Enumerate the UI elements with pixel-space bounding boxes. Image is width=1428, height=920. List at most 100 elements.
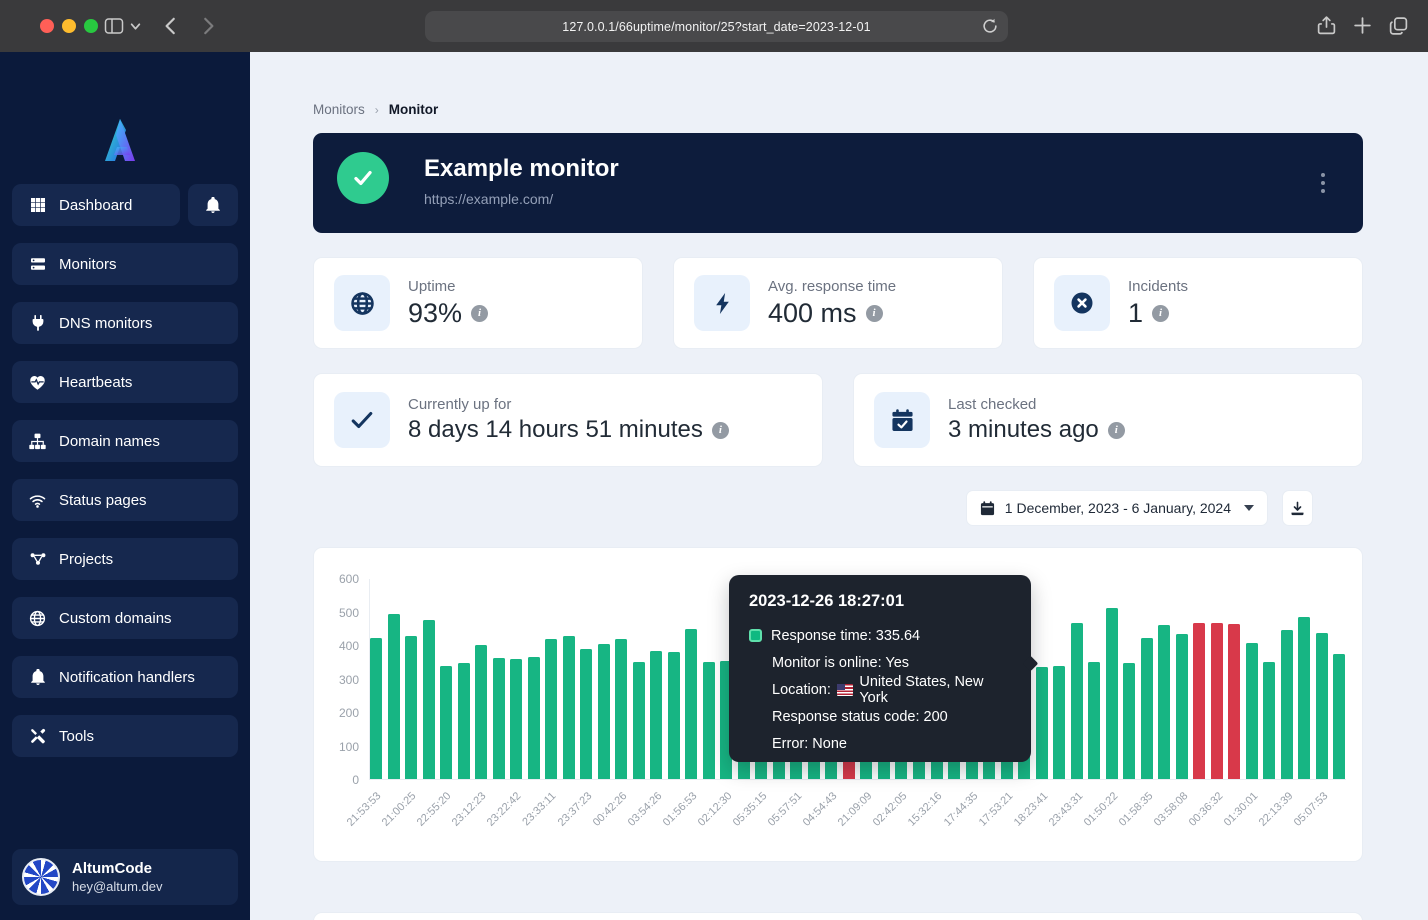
chart-bar[interactable] (598, 644, 610, 779)
chevron-down-icon[interactable] (130, 21, 141, 32)
forward-button[interactable] (197, 15, 219, 37)
sidebar-item-dns-monitors[interactable]: DNS monitors (12, 302, 238, 344)
monitor-url[interactable]: https://example.com/ (424, 191, 553, 207)
chart-bar[interactable] (650, 651, 662, 779)
chart-bar[interactable] (1088, 662, 1100, 779)
breadcrumb-parent[interactable]: Monitors (313, 102, 365, 117)
chart-bar[interactable] (1176, 634, 1188, 779)
sidebar-item-label: Custom domains (59, 610, 172, 627)
download-icon (1290, 501, 1305, 516)
sidebar-item-label: Heartbeats (59, 374, 132, 391)
series-marker-icon (749, 629, 762, 642)
us-flag-icon (837, 684, 853, 696)
chart-bar[interactable] (510, 659, 522, 779)
y-tick-label: 300 (314, 673, 359, 687)
close-window-button[interactable] (40, 19, 54, 33)
chart-bar[interactable] (1263, 662, 1275, 779)
calendar-icon (980, 501, 995, 516)
sidebar-item-monitors[interactable]: Monitors (12, 243, 238, 285)
chart-bar[interactable] (545, 639, 557, 779)
sidebar-item-projects[interactable]: Projects (12, 538, 238, 580)
chart-bar[interactable] (1333, 654, 1345, 779)
info-icon[interactable]: i (712, 422, 729, 439)
chart-bar[interactable] (405, 636, 417, 779)
back-button[interactable] (160, 15, 182, 37)
chart-bar[interactable] (370, 638, 382, 779)
new-tab-icon[interactable] (1352, 15, 1373, 36)
info-icon[interactable]: i (1108, 422, 1125, 439)
sidebar-item-dashboard[interactable]: Dashboard (12, 184, 180, 226)
chart-bar[interactable] (1298, 617, 1310, 779)
sidebar-toggle-icon[interactable] (104, 16, 124, 36)
stats-row: Uptime 93% i Avg. response time 400 ms i… (313, 257, 1363, 349)
chart-bar[interactable] (1141, 638, 1153, 779)
stat-label: Incidents (1128, 278, 1188, 295)
date-range-button[interactable]: 1 December, 2023 - 6 January, 2024 (966, 490, 1268, 526)
y-tick-label: 200 (314, 706, 359, 720)
chart-bar[interactable] (440, 666, 452, 779)
chart-bar[interactable] (423, 620, 435, 779)
share-icon[interactable] (1316, 15, 1337, 36)
chart-bar[interactable] (1036, 667, 1048, 779)
chart-bar[interactable] (475, 645, 487, 779)
chart-bar[interactable] (633, 662, 645, 779)
chart-bar[interactable] (1211, 623, 1223, 779)
stat-card-uptime: Uptime 93% i (313, 257, 643, 349)
chart-bar[interactable] (703, 662, 715, 779)
notifications-button[interactable] (188, 184, 238, 226)
y-tick-label: 100 (314, 740, 359, 754)
info-icon[interactable]: i (471, 305, 488, 322)
chart-bar[interactable] (1228, 624, 1240, 779)
sidebar-item-domain-names[interactable]: Domain names (12, 420, 238, 462)
grid-icon (29, 197, 46, 214)
chevron-right-icon: › (375, 103, 379, 117)
sidebar-item-heartbeats[interactable]: Heartbeats (12, 361, 238, 403)
chart-bar[interactable] (1246, 643, 1258, 779)
chart-bar[interactable] (388, 614, 400, 779)
app-logo-icon[interactable] (98, 114, 142, 171)
browser-chrome: 127.0.0.1/66uptime/monitor/25?start_date… (0, 0, 1428, 52)
reload-icon[interactable] (981, 17, 999, 40)
sidebar-item-label: Tools (59, 728, 94, 745)
chart-bar[interactable] (580, 649, 592, 779)
info-icon[interactable]: i (1152, 305, 1169, 322)
chart-bar[interactable] (1123, 663, 1135, 779)
sidebar-item-notification-handlers[interactable]: Notification handlers (12, 656, 238, 698)
calendar-check-icon (874, 392, 930, 448)
chart-bar[interactable] (1053, 666, 1065, 779)
chart-bar[interactable] (668, 652, 680, 779)
tooltip-location-value: United States, New York (859, 674, 1011, 706)
chart-bar[interactable] (1071, 623, 1083, 779)
chart-bar[interactable] (1193, 623, 1205, 779)
chart-bar[interactable] (563, 636, 575, 779)
chart-bar[interactable] (493, 658, 505, 779)
tab-overview-icon[interactable] (1388, 15, 1409, 36)
chart-bar[interactable] (1158, 625, 1170, 779)
info-icon[interactable]: i (866, 305, 883, 322)
sidebar-item-tools[interactable]: Tools (12, 715, 238, 757)
minimize-window-button[interactable] (62, 19, 76, 33)
user-name: AltumCode (72, 859, 163, 878)
stat-card-avg-response-time: Avg. response time 400 ms i (673, 257, 1003, 349)
chart-bar[interactable] (528, 657, 540, 779)
y-tick-label: 600 (314, 572, 359, 586)
server-icon (29, 256, 46, 273)
sidebar-item-status-pages[interactable]: Status pages (12, 479, 238, 521)
chart-bar[interactable] (1316, 633, 1328, 779)
zoom-window-button[interactable] (84, 19, 98, 33)
chart-bar[interactable] (1106, 608, 1118, 779)
url-bar[interactable]: 127.0.0.1/66uptime/monitor/25?start_date… (425, 11, 1008, 42)
sidebar-item-custom-domains[interactable]: Custom domains (12, 597, 238, 639)
chart-bar[interactable] (685, 629, 697, 779)
chart-bar[interactable] (1281, 630, 1293, 779)
stat-value: 93% i (408, 298, 488, 329)
chart-bar[interactable] (615, 639, 627, 779)
kebab-menu-icon[interactable] (1317, 169, 1329, 197)
stat-value: 3 minutes ago i (948, 416, 1125, 444)
chart-bar[interactable] (458, 663, 470, 779)
user-card[interactable]: AltumCode hey@altum.dev (12, 849, 238, 905)
stat-label: Currently up for (408, 396, 729, 413)
heart-icon (29, 374, 46, 391)
monitor-name: Example monitor (424, 155, 619, 183)
export-button[interactable] (1282, 490, 1313, 526)
